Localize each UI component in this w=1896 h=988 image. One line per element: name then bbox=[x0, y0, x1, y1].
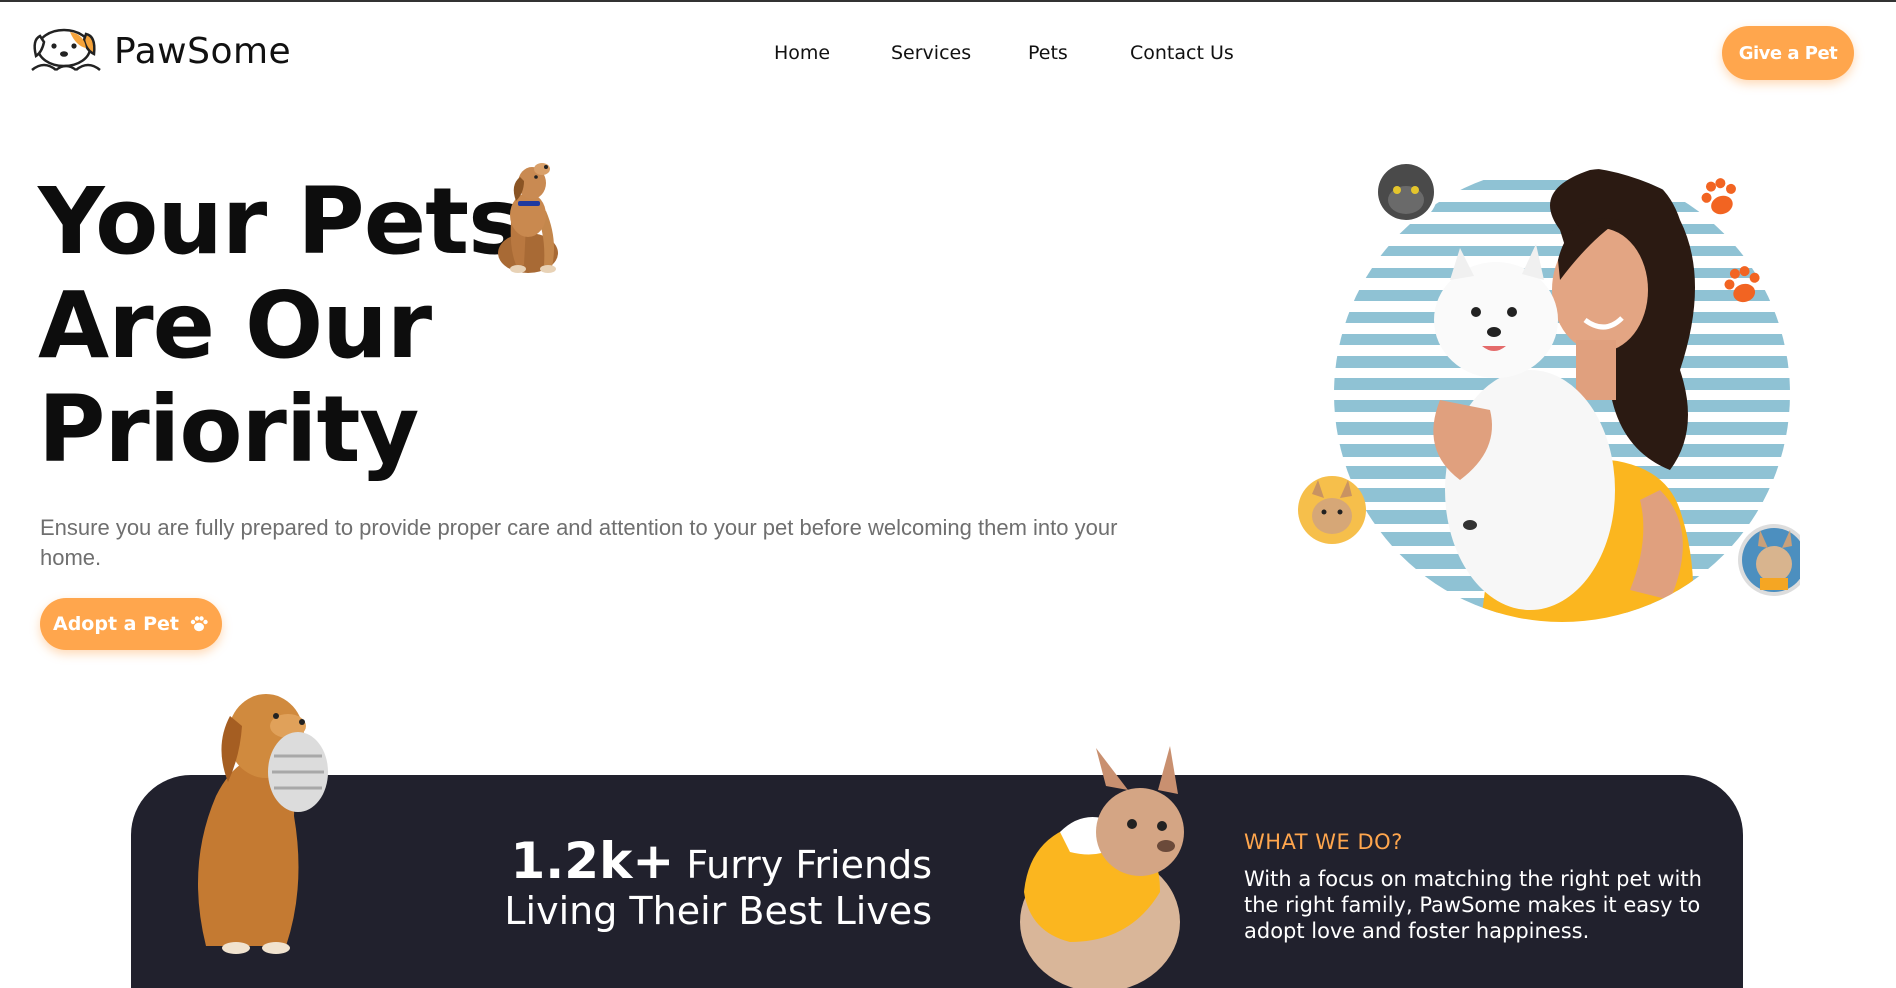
nav-pets[interactable]: Pets bbox=[1028, 42, 1068, 64]
what-we-do-text: With a focus on matching the right pet w… bbox=[1244, 867, 1702, 943]
dog-logo-icon bbox=[31, 28, 101, 72]
hero-subtitle: Ensure you are fully prepared to provide… bbox=[40, 515, 1118, 570]
sitting-puppy-image bbox=[498, 163, 558, 273]
golden-retriever-image bbox=[198, 694, 328, 954]
adopt-button-label: Adopt a Pet bbox=[53, 613, 179, 635]
nav-services[interactable]: Services bbox=[891, 42, 971, 64]
nav-home[interactable]: Home bbox=[774, 42, 830, 64]
striped-circle-background bbox=[1334, 166, 1790, 622]
stat-label-1: Furry Friends bbox=[686, 843, 932, 887]
hero-title-line-3: Priority bbox=[38, 376, 419, 483]
top-border bbox=[0, 0, 1896, 2]
hero-title-line-2: Are Our bbox=[38, 272, 432, 379]
paw-icon bbox=[190, 616, 208, 632]
give-a-pet-button[interactable]: Give a Pet bbox=[1722, 26, 1854, 80]
cat-avatar bbox=[1374, 160, 1438, 224]
hero-illustration bbox=[1298, 160, 1800, 622]
stat-number: 1.2k+ bbox=[510, 832, 675, 890]
stat-block: 1.2k+ Furry Friends Living Their Best Li… bbox=[470, 836, 933, 934]
nav-contact-us[interactable]: Contact Us bbox=[1130, 42, 1234, 64]
stat-label-2: Living Their Best Lives bbox=[504, 889, 932, 933]
bulldog-avatar bbox=[1738, 524, 1800, 596]
logo[interactable]: PawSome bbox=[30, 26, 291, 76]
stat-line-1: 1.2k+ Furry Friends bbox=[470, 836, 933, 888]
orange-paw-icon-1 bbox=[1701, 178, 1736, 215]
french-bulldog-image bbox=[1020, 746, 1184, 988]
pug-avatar bbox=[1298, 476, 1366, 544]
adopt-a-pet-button[interactable]: Adopt a Pet bbox=[40, 598, 222, 650]
what-we-do-title: WHAT WE DO? bbox=[1244, 830, 1403, 854]
brand-name: PawSome bbox=[114, 30, 292, 72]
